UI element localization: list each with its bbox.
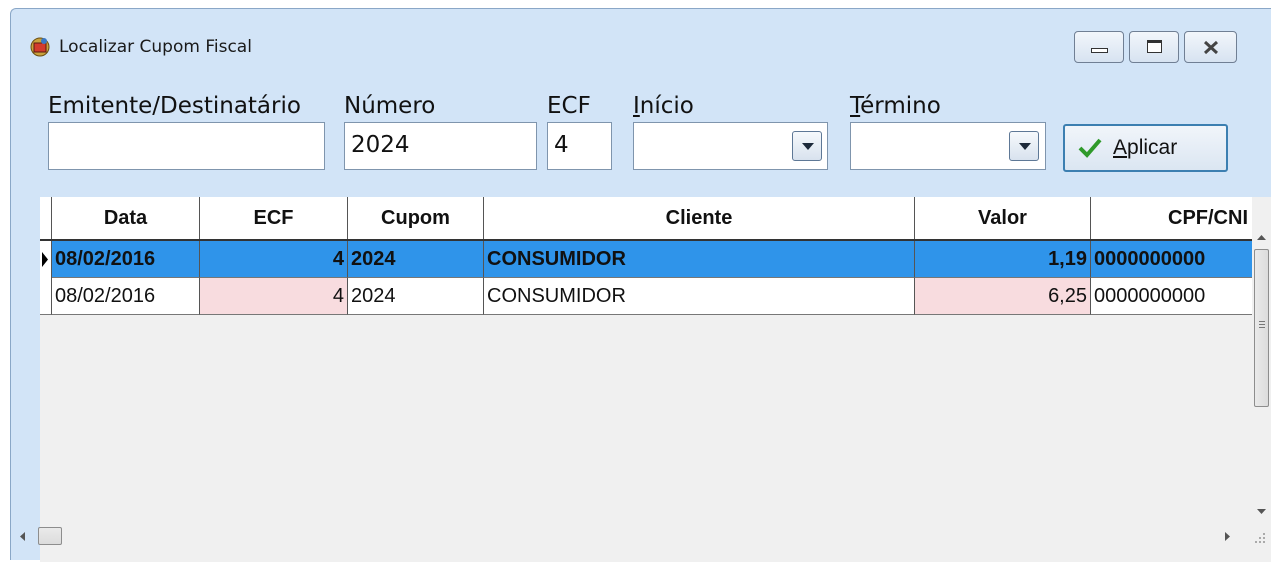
cell-cliente: CONSUMIDOR (484, 278, 915, 315)
horizontal-scrollbar[interactable] (20, 522, 1271, 549)
inicio-accel-key: I (633, 93, 640, 119)
apply-button[interactable]: Aplicar (1063, 124, 1228, 172)
inicio-date-picker[interactable] (633, 122, 828, 170)
table-row[interactable]: 08/02/2016 4 2024 CONSUMIDOR 1,19 000000… (40, 241, 1252, 278)
cell-cupom: 2024 (348, 241, 484, 278)
cell-ecf: 4 (200, 278, 348, 315)
cell-cpf: 0000000000 (1091, 278, 1252, 315)
scroll-right-arrow-icon[interactable] (1224, 531, 1232, 542)
row-indicator (40, 278, 52, 315)
apply-accel-key: A (1113, 136, 1128, 159)
maximize-icon (1147, 40, 1162, 53)
cell-cliente: CONSUMIDOR (484, 241, 915, 278)
resize-grip-icon[interactable] (1252, 530, 1266, 544)
header-cpf[interactable]: CPF/CNI (1091, 197, 1252, 239)
checkmark-icon (1078, 138, 1102, 158)
inicio-label-text: nício (639, 93, 694, 119)
close-icon (1203, 40, 1219, 55)
title-bar: Localizar Cupom Fiscal (11, 9, 1271, 87)
numero-label: Número (344, 93, 436, 119)
cell-valor: 1,19 (915, 241, 1091, 278)
header-valor[interactable]: Valor (915, 197, 1091, 239)
grid-header: Data ECF Cupom Cliente Valor CPF/CNI (40, 197, 1252, 241)
cell-cupom: 2024 (348, 278, 484, 315)
current-row-arrow-icon (42, 252, 48, 267)
vertical-scroll-thumb[interactable] (1254, 249, 1269, 407)
header-data[interactable]: Data (52, 197, 200, 239)
table-row[interactable]: 08/02/2016 4 2024 CONSUMIDOR 6,25 000000… (40, 278, 1252, 315)
localizar-cupom-window: Localizar Cupom Fiscal Emitente/Destinat… (10, 8, 1271, 562)
cell-valor: 6,25 (915, 278, 1091, 315)
horizontal-scroll-thumb[interactable] (38, 527, 62, 545)
header-ecf[interactable]: ECF (200, 197, 348, 239)
window-title: Localizar Cupom Fiscal (59, 37, 252, 57)
ecf-label: ECF (547, 93, 591, 119)
vertical-scrollbar[interactable] (1252, 197, 1271, 522)
header-indicator (40, 197, 52, 239)
row-indicator (40, 241, 52, 278)
apply-button-label: Aplicar (1113, 134, 1177, 162)
cell-ecf: 4 (200, 241, 348, 278)
minimize-icon (1091, 48, 1108, 53)
termino-accel-key: T (850, 93, 861, 119)
scroll-up-arrow-icon[interactable] (1256, 233, 1267, 241)
cell-data: 08/02/2016 (52, 241, 200, 278)
maximize-button[interactable] (1129, 31, 1179, 63)
ecf-input[interactable]: 4 (547, 122, 612, 170)
termino-label-text: érmino (860, 93, 941, 119)
app-icon (30, 37, 50, 57)
close-button[interactable] (1184, 31, 1237, 63)
results-grid[interactable]: Data ECF Cupom Cliente Valor CPF/CNI 08/… (20, 197, 1271, 562)
cell-cpf: 0000000000 (1091, 241, 1252, 278)
minimize-button[interactable] (1074, 31, 1124, 63)
apply-label-text: plicar (1127, 136, 1178, 159)
emitente-label: Emitente/Destinatário (48, 93, 301, 119)
termino-dropdown-button[interactable] (1009, 131, 1039, 161)
termino-label: Término (850, 91, 941, 121)
inicio-dropdown-button[interactable] (792, 131, 822, 161)
inicio-label: Início (633, 91, 694, 121)
emitente-input[interactable] (48, 122, 325, 170)
scroll-left-arrow-icon[interactable] (18, 531, 26, 542)
termino-date-picker[interactable] (850, 122, 1046, 170)
numero-input[interactable]: 2024 (344, 122, 537, 170)
scroll-down-arrow-icon[interactable] (1256, 508, 1267, 516)
header-cupom[interactable]: Cupom (348, 197, 484, 239)
cell-data: 08/02/2016 (52, 278, 200, 315)
header-cliente[interactable]: Cliente (484, 197, 915, 239)
